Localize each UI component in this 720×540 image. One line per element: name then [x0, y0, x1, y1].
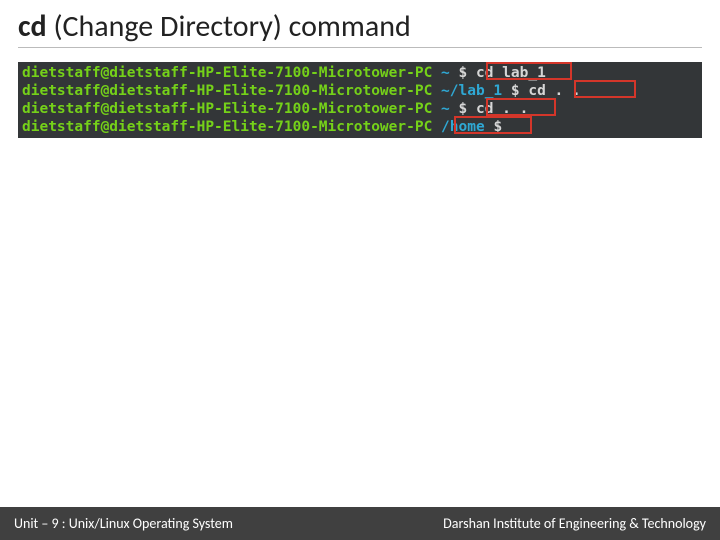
title-underline	[18, 47, 702, 48]
prompt-path: ~	[441, 101, 450, 117]
prompt-user: dietstaff@dietstaff-HP-Elite-7100-Microt…	[22, 101, 432, 117]
terminal-screenshot: dietstaff@dietstaff-HP-Elite-7100-Microt…	[18, 62, 702, 138]
prompt-symbol: $	[493, 119, 502, 135]
prompt-user: dietstaff@dietstaff-HP-Elite-7100-Microt…	[22, 119, 432, 135]
prompt-path: ~	[441, 65, 450, 81]
title-rest: (Change Directory) command	[47, 8, 411, 45]
footer-left: Unit – 9 : Unix/Linux Operating System	[14, 515, 233, 532]
terminal-line: dietstaff@dietstaff-HP-Elite-7100-Microt…	[22, 64, 698, 82]
command-text: cd lab_1	[476, 65, 546, 81]
command-text: cd . .	[528, 83, 580, 99]
title-bold: cd	[18, 8, 47, 45]
footer-bar: Unit – 9 : Unix/Linux Operating System D…	[0, 507, 720, 540]
prompt-path: /home	[441, 119, 485, 135]
terminal-line: dietstaff@dietstaff-HP-Elite-7100-Microt…	[22, 118, 698, 136]
prompt-symbol: $	[459, 65, 468, 81]
content-area: dietstaff@dietstaff-HP-Elite-7100-Microt…	[0, 52, 720, 507]
footer-right: Darshan Institute of Engineering & Techn…	[443, 515, 706, 532]
terminal-line: dietstaff@dietstaff-HP-Elite-7100-Microt…	[22, 82, 698, 100]
title-area: cd (Change Directory) command	[0, 0, 720, 52]
terminal-line: dietstaff@dietstaff-HP-Elite-7100-Microt…	[22, 100, 698, 118]
slide-title: cd (Change Directory) command	[18, 8, 702, 45]
prompt-path: ~/lab_1	[441, 83, 502, 99]
prompt-symbol: $	[459, 101, 468, 117]
slide: cd (Change Directory) command dietstaff@…	[0, 0, 720, 540]
prompt-symbol: $	[511, 83, 520, 99]
command-text: cd . .	[476, 101, 528, 117]
prompt-user: dietstaff@dietstaff-HP-Elite-7100-Microt…	[22, 83, 432, 99]
prompt-user: dietstaff@dietstaff-HP-Elite-7100-Microt…	[22, 65, 432, 81]
